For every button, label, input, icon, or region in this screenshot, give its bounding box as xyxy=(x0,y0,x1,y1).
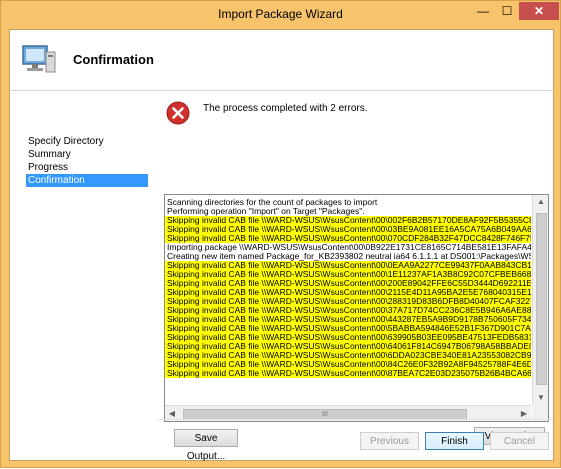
wizard-steps-nav: Specify Directory Summary Progress Confi… xyxy=(10,91,158,460)
nav-item-confirmation[interactable]: Confirmation xyxy=(26,174,148,187)
log-line: Skipping invalid CAB file \\WARD-WSUS\Ws… xyxy=(165,288,531,297)
log-line: Skipping invalid CAB file \\WARD-WSUS\Ws… xyxy=(165,333,531,342)
log-lines: Scanning directories for the count of pa… xyxy=(165,198,531,390)
log-line: Skipping invalid CAB file \\WARD-WSUS\Ws… xyxy=(165,261,531,270)
scroll-down-arrow-icon[interactable]: ▼ xyxy=(533,391,548,405)
nav-item-progress[interactable]: Progress xyxy=(26,161,148,174)
wizard-client-area: Confirmation Specify Directory Summary P… xyxy=(9,29,554,462)
log-line: Creating new item named Package_for_KB23… xyxy=(167,252,531,261)
cancel-button[interactable]: Cancel xyxy=(490,432,549,450)
log-line: Skipping invalid CAB file \\WARD-WSUS\Ws… xyxy=(165,369,531,378)
log-line: Skipping invalid CAB file \\WARD-WSUS\Ws… xyxy=(165,279,531,288)
wizard-window: Import Package Wizard — ☐ ✕ Confirmation… xyxy=(0,0,561,468)
vertical-scroll-thumb[interactable] xyxy=(536,213,547,385)
finish-button[interactable]: Finish xyxy=(425,432,484,450)
error-icon xyxy=(166,101,190,125)
log-line: Skipping invalid CAB file \\WARD-WSUS\Ws… xyxy=(165,315,531,324)
page-title: Confirmation xyxy=(73,52,154,67)
minimize-button[interactable]: — xyxy=(471,2,495,20)
log-line: Skipping invalid CAB file \\WARD-WSUS\Ws… xyxy=(165,342,531,351)
maximize-button[interactable]: ☐ xyxy=(495,2,519,20)
log-line: Skipping invalid CAB file \\WARD-WSUS\Ws… xyxy=(165,270,531,279)
log-line: Skipping invalid CAB file \\WARD-WSUS\Ws… xyxy=(165,306,531,315)
save-output-button[interactable]: Save Output... xyxy=(174,429,238,462)
log-line: Skipping invalid CAB file \\WARD-WSUS\Ws… xyxy=(165,225,531,234)
log-line: Skipping invalid CAB file \\WARD-WSUS\Ws… xyxy=(165,324,531,333)
nav-item-specify-directory[interactable]: Specify Directory xyxy=(26,135,148,148)
log-line: Skipping invalid CAB file \\WARD-WSUS\Ws… xyxy=(165,351,531,360)
log-line: Skipping invalid CAB file \\WARD-WSUS\Ws… xyxy=(165,234,531,243)
log-line: Skipping invalid CAB file \\WARD-WSUS\Ws… xyxy=(165,360,531,369)
log-line: Performing operation "Import" on Target … xyxy=(167,207,365,216)
output-log[interactable]: Scanning directories for the count of pa… xyxy=(164,194,549,422)
scroll-grip-icon: III xyxy=(322,411,328,418)
wizard-header: Confirmation xyxy=(10,30,553,91)
nav-item-summary[interactable]: Summary xyxy=(26,148,148,161)
footer-divider xyxy=(158,419,553,420)
log-line: Importing package \\WARD-WSUS\WsusConten… xyxy=(167,243,531,252)
previous-button[interactable]: Previous xyxy=(360,432,419,450)
vertical-scrollbar[interactable]: ▲ ▼ xyxy=(532,195,548,405)
log-line: Skipping invalid CAB file \\WARD-WSUS\Ws… xyxy=(165,216,531,225)
close-button[interactable]: ✕ xyxy=(519,2,559,20)
log-line: Skipping invalid CAB file \\WARD-WSUS\Ws… xyxy=(165,297,531,306)
computer-icon xyxy=(22,45,56,73)
confirmation-panel: The process completed with 2 errors. Sca… xyxy=(158,91,553,462)
scroll-up-arrow-icon[interactable]: ▲ xyxy=(533,195,548,209)
log-line: Scanning directories for the count of pa… xyxy=(167,198,378,207)
title-bar[interactable]: Import Package Wizard — ☐ ✕ xyxy=(1,1,560,29)
status-message: The process completed with 2 errors. xyxy=(203,103,368,114)
